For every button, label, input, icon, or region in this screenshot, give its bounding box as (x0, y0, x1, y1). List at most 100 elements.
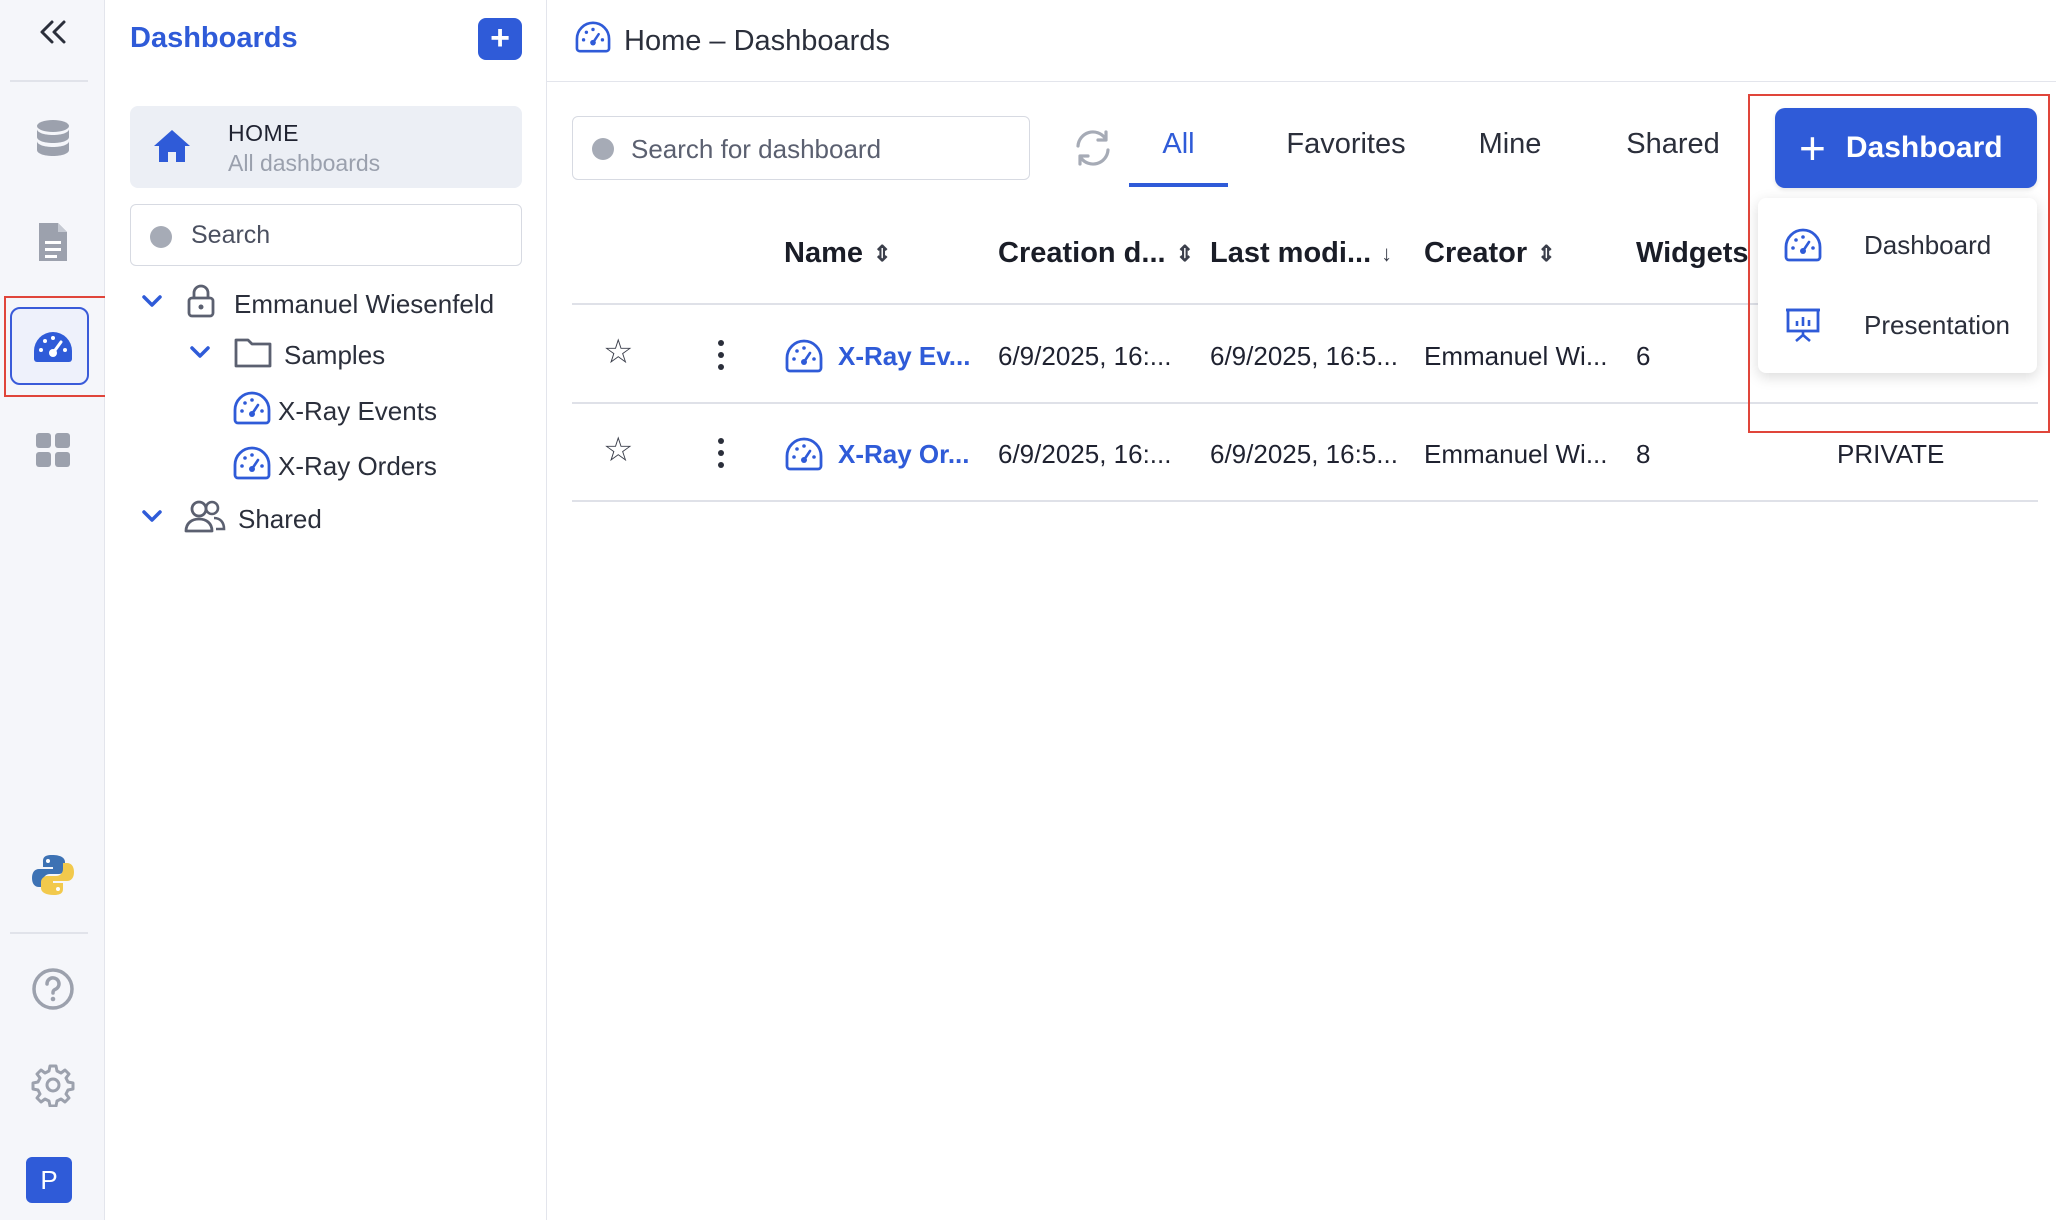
row-modified: 6/9/2025, 16:5... (1210, 341, 1398, 371)
python-icon[interactable] (0, 850, 105, 900)
rail-divider (10, 80, 88, 82)
home-title: HOME (228, 120, 299, 146)
home-all-dashboards[interactable]: HOME All dashboards (130, 106, 522, 188)
row-visibility: PRIVATE (1837, 439, 1945, 469)
tree-item-label: X-Ray Events (278, 396, 437, 426)
dropdown-item-label: Presentation (1864, 309, 2010, 340)
dashboard-gauge-icon (785, 339, 823, 373)
row-widgets: 8 (1636, 439, 1651, 469)
user-avatar[interactable]: P (26, 1157, 72, 1203)
presentation-icon (1782, 307, 1824, 343)
sidebar-search-input[interactable]: Search (130, 204, 522, 266)
sidebar-search-placeholder: Search (191, 221, 271, 249)
home-icon (152, 128, 192, 169)
sort-icon[interactable]: ⇕ (873, 241, 891, 267)
row-menu-icon[interactable] (716, 340, 726, 370)
collapse-icon[interactable] (0, 14, 105, 50)
sort-icon[interactable]: ⇕ (1537, 241, 1555, 267)
dashboard-gauge-icon (574, 20, 612, 62)
search-icon (591, 137, 617, 168)
tree-item-x-ray-events[interactable]: X-Ray Events (232, 390, 437, 433)
folder-icon (234, 336, 272, 375)
table-row-name-link[interactable]: X-Ray Ev... (784, 338, 970, 374)
tree-samples-label: Samples (284, 340, 386, 370)
tab-all[interactable]: All (1129, 128, 1228, 161)
dashboards-sidebar: Dashboards + HOME All dashboards Search … (105, 0, 547, 1220)
chevron-down-icon[interactable] (140, 504, 164, 535)
column-header-creator[interactable]: Creator ⇕ (1424, 237, 1556, 270)
column-header-creation-date[interactable]: Creation d... ⇕ (998, 237, 1194, 270)
main-content: Home – Dashboards Search for dashboard A… (547, 0, 2056, 1220)
row-divider (572, 402, 2038, 404)
tab-favorites[interactable]: Favorites (1273, 128, 1419, 161)
new-item-dropdown: Dashboard Presentation (1758, 198, 2037, 373)
dashboard-gauge-icon (785, 437, 823, 471)
sort-icon[interactable]: ⇕ (1176, 241, 1194, 267)
home-subtitle: All dashboards (228, 150, 381, 176)
tree-user-label: Emmanuel Wiesenfeld (234, 289, 495, 319)
row-widgets: 6 (1636, 341, 1651, 371)
database-icon[interactable] (0, 114, 105, 164)
dropdown-item-label: Dashboard (1864, 229, 1992, 260)
column-header-name[interactable]: Name ⇕ (784, 237, 891, 270)
favorite-star-icon[interactable]: ☆ (603, 430, 633, 470)
column-label: Last modi... (1210, 237, 1372, 269)
breadcrumb: Home – Dashboards (574, 20, 890, 62)
plus-icon: + (1799, 122, 1826, 174)
row-created: 6/9/2025, 16:... (998, 439, 1172, 469)
dropdown-item-presentation[interactable]: Presentation (1758, 290, 2037, 360)
dropdown-item-dashboard[interactable]: Dashboard (1758, 210, 2037, 280)
table-row-name-link[interactable]: X-Ray Or... (784, 436, 970, 472)
tree-item-label: X-Ray Orders (278, 451, 437, 481)
column-label: Widgets (1636, 237, 1749, 269)
tree-item-x-ray-orders[interactable]: X-Ray Orders (232, 445, 437, 488)
sidebar-title: Dashboards (130, 22, 298, 54)
help-icon[interactable] (0, 964, 105, 1014)
column-header-widgets[interactable]: Widgets (1636, 237, 1749, 270)
new-dashboard-button[interactable]: + Dashboard (1775, 108, 2037, 188)
row-name: X-Ray Ev... (838, 340, 971, 371)
row-menu-icon[interactable] (716, 438, 726, 468)
new-dashboard-label: Dashboard (1845, 131, 2003, 164)
tree-samples-folder[interactable]: Samples (188, 336, 385, 375)
add-dashboard-button[interactable]: + (478, 18, 522, 60)
chevron-down-icon[interactable] (188, 340, 212, 371)
column-label: Creator (1424, 237, 1528, 269)
column-label: Creation d... (998, 237, 1166, 269)
column-label: Name (784, 237, 863, 269)
dashboard-gauge-icon (232, 390, 272, 433)
users-icon (184, 499, 226, 540)
tab-shared[interactable]: Shared (1617, 128, 1729, 161)
document-icon[interactable] (0, 218, 105, 266)
lock-icon (186, 284, 216, 325)
dashboard-search-placeholder: Search for dashboard (631, 134, 882, 164)
row-divider (572, 500, 2038, 502)
table-header-divider (572, 303, 1762, 305)
chevron-down-icon[interactable] (140, 289, 164, 320)
rail-divider (10, 932, 88, 934)
row-name: X-Ray Or... (838, 438, 970, 469)
sort-descending-icon[interactable]: ↓ (1381, 241, 1392, 267)
tab-mine[interactable]: Mine (1465, 128, 1555, 161)
dashboard-gauge-icon (1782, 227, 1824, 263)
row-creator: Emmanuel Wi... (1424, 341, 1608, 371)
row-creator: Emmanuel Wi... (1424, 439, 1608, 469)
tree-user-folder[interactable]: Emmanuel Wiesenfeld (140, 284, 494, 325)
search-icon (149, 225, 175, 256)
gear-icon[interactable] (0, 1060, 105, 1110)
grid-apps-icon[interactable] (0, 428, 105, 472)
column-header-last-modified[interactable]: Last modi... ↓ (1210, 237, 1392, 270)
row-modified: 6/9/2025, 16:5... (1210, 439, 1398, 469)
icon-rail: P (0, 0, 105, 1220)
dashboard-search-input[interactable]: Search for dashboard (572, 116, 1030, 180)
top-bar: Home – Dashboards (547, 0, 2056, 82)
tree-shared-folder[interactable]: Shared (140, 499, 322, 540)
breadcrumb-text: Home – Dashboards (624, 24, 890, 57)
refresh-icon[interactable] (1072, 128, 1114, 173)
favorite-star-icon[interactable]: ☆ (603, 332, 633, 372)
tree-shared-label: Shared (238, 504, 322, 534)
row-created: 6/9/2025, 16:... (998, 341, 1172, 371)
active-tab-indicator (1129, 183, 1228, 187)
dashboard-gauge-icon (232, 445, 272, 488)
dashboard-gauge-icon[interactable] (0, 327, 105, 367)
